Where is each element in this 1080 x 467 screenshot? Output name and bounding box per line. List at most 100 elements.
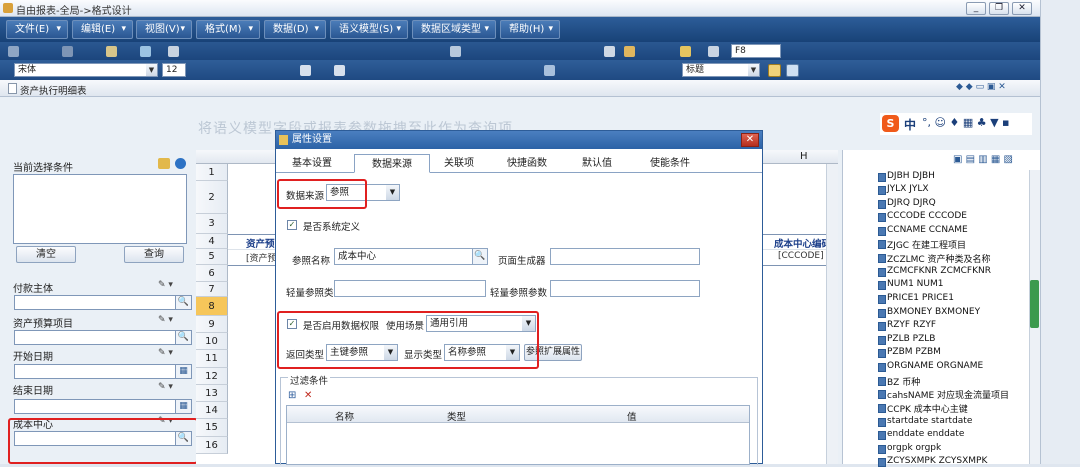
- dialog-close-button[interactable]: ✕: [741, 133, 759, 147]
- tab-enable-condition[interactable]: 使能条件: [642, 154, 698, 173]
- bold-icon[interactable]: [300, 65, 311, 76]
- tree-scrollbar-thumb[interactable]: [1030, 280, 1039, 328]
- tree-item[interactable]: ZCYSXMPK ZCYSXMPK: [877, 456, 987, 467]
- minimize-button[interactable]: _: [966, 2, 986, 15]
- page-generator-field[interactable]: [550, 248, 700, 265]
- menu-semantic-model[interactable]: 语义模型(S): [330, 20, 408, 39]
- font-size-select[interactable]: 12: [162, 63, 186, 77]
- menu-view[interactable]: 视图(V): [136, 20, 192, 39]
- edit-icon[interactable]: ✎ ▾: [158, 382, 173, 392]
- row-header[interactable]: 7: [196, 282, 228, 297]
- tree-item[interactable]: PZBM PZBM: [878, 347, 941, 358]
- row-header[interactable]: 9: [196, 316, 228, 333]
- cell-reference-field[interactable]: F8: [731, 44, 781, 58]
- tree-item[interactable]: ORGNAME ORGNAME: [877, 361, 983, 372]
- paste-icon[interactable]: [624, 46, 635, 57]
- row-header[interactable]: 1: [196, 164, 228, 181]
- tree-item[interactable]: DJBH DJBH: [878, 171, 935, 182]
- tree-item[interactable]: orgpk orgpk: [877, 443, 941, 454]
- row-header[interactable]: 12: [196, 368, 228, 385]
- tree-item[interactable]: PRICE1 PRICE1: [878, 293, 954, 304]
- tab-related[interactable]: 关联项: [436, 154, 482, 173]
- tree-item[interactable]: CCCODE CCCODE: [878, 211, 967, 222]
- tree-item[interactable]: JYLX JYLX: [878, 184, 929, 195]
- column-header-h[interactable]: H: [800, 151, 808, 162]
- cell-h5[interactable]: [CCCODE]: [778, 251, 824, 261]
- ime-mode-label[interactable]: 中: [904, 116, 916, 133]
- calendar-icon[interactable]: ▦: [175, 365, 191, 378]
- tree-item[interactable]: enddate enddate: [877, 429, 964, 440]
- row-header[interactable]: 5: [196, 249, 228, 265]
- row-header[interactable]: 8: [196, 297, 228, 316]
- layout-icon[interactable]: [768, 64, 781, 77]
- calendar-icon[interactable]: ▦: [175, 400, 191, 413]
- search-icon[interactable]: 🔍: [175, 331, 191, 344]
- cut-icon[interactable]: [604, 46, 615, 57]
- menu-data-region-type[interactable]: 数据区域类型: [412, 20, 496, 39]
- edit-icon[interactable]: ✎ ▾: [158, 280, 173, 290]
- maximize-button[interactable]: ❐: [989, 2, 1009, 15]
- dialog-titlebar[interactable]: 属性设置: [276, 131, 762, 149]
- search-icon[interactable]: 🔍: [175, 296, 191, 309]
- save-icon[interactable]: [8, 46, 19, 57]
- preview-icon[interactable]: [140, 46, 151, 57]
- tree-item[interactable]: BXMONEY BXMONEY: [877, 307, 980, 318]
- document-tab[interactable]: 资产执行明细表: [20, 83, 87, 97]
- sogou-icon[interactable]: S: [882, 115, 899, 132]
- format-brush-icon[interactable]: [680, 46, 691, 57]
- row-header[interactable]: 2: [196, 181, 228, 214]
- insert-icon[interactable]: [450, 46, 461, 57]
- find-icon[interactable]: [708, 46, 719, 57]
- close-button[interactable]: ✕: [1012, 2, 1032, 15]
- edit-icon[interactable]: ✎ ▾: [158, 348, 173, 358]
- tree-item[interactable]: DJRQ DJRQ: [878, 198, 936, 209]
- grid-icon[interactable]: [786, 64, 799, 77]
- menu-file[interactable]: 文件(E): [6, 20, 68, 39]
- menu-help[interactable]: 帮助(H): [500, 20, 560, 39]
- tree-item[interactable]: ZJGC 在建工程项目: [878, 238, 966, 251]
- row-header[interactable]: 13: [196, 385, 228, 402]
- system-defined-checkbox[interactable]: ✓: [287, 220, 297, 230]
- tab-quick-functions[interactable]: 快捷函数: [502, 154, 552, 173]
- start-date-field[interactable]: ▦: [14, 364, 192, 379]
- edit-icon[interactable]: ✎ ▾: [158, 315, 173, 325]
- tree-item[interactable]: ZCMCFKNR ZCMCFKNR: [878, 266, 991, 277]
- vertical-scrollbar[interactable]: [826, 164, 838, 464]
- add-row-icon[interactable]: ⊞: [288, 390, 296, 401]
- light-ref-class-field[interactable]: [334, 280, 486, 297]
- cell-b4[interactable]: 资产预: [246, 236, 275, 250]
- tab-default-value[interactable]: 默认值: [572, 154, 622, 173]
- tree-item[interactable]: PZLB PZLB: [877, 334, 935, 345]
- payer-field[interactable]: 🔍: [14, 295, 192, 310]
- style-select[interactable]: 标题 ▼: [682, 63, 760, 77]
- query-button[interactable]: 查询: [124, 246, 184, 263]
- tree-item[interactable]: NUM1 NUM1: [877, 279, 943, 290]
- ime-tools-icon[interactable]: °, ☺ ♦ ▦ ♣ ▼ ▪: [922, 116, 1009, 129]
- tree-item[interactable]: CCPK 成本中心主键: [878, 402, 968, 415]
- row-header[interactable]: 3: [196, 214, 228, 234]
- row-header[interactable]: 4: [196, 234, 228, 249]
- cell-h4[interactable]: 成本中心编码: [774, 236, 831, 250]
- row-header[interactable]: 6: [196, 265, 228, 282]
- info-icon[interactable]: [175, 158, 186, 169]
- search-icon[interactable]: 🔍: [472, 249, 487, 264]
- nav-arrows-icon[interactable]: ◆ ◆ ▭ ▣ ✕: [956, 82, 1006, 92]
- end-date-field[interactable]: ▦: [14, 399, 192, 414]
- print-icon[interactable]: [168, 46, 179, 57]
- filter-table[interactable]: 名称 类型 值: [286, 405, 750, 465]
- row-header[interactable]: 15: [196, 419, 228, 437]
- menu-edit[interactable]: 编辑(E): [72, 20, 133, 39]
- tree-toolbar-icons[interactable]: ▣ ▤ ▥ ▦ ▧: [953, 154, 1013, 165]
- delete-row-icon[interactable]: ✕: [304, 390, 312, 401]
- align-icon[interactable]: [334, 65, 345, 76]
- row-header[interactable]: 16: [196, 437, 228, 454]
- copy-format-icon[interactable]: [106, 46, 117, 57]
- cell-b5[interactable]: [资产预: [246, 251, 277, 264]
- tab-data-source[interactable]: 数据来源: [354, 154, 430, 173]
- chart-icon[interactable]: [544, 65, 555, 76]
- tree-item[interactable]: RZYF RZYF: [877, 320, 936, 331]
- ref-name-field[interactable]: 成本中心 🔍: [334, 248, 488, 265]
- menu-data[interactable]: 数据(D): [264, 20, 326, 39]
- menu-format[interactable]: 格式(M): [196, 20, 260, 39]
- tree-item[interactable]: CCNAME CCNAME: [878, 225, 968, 236]
